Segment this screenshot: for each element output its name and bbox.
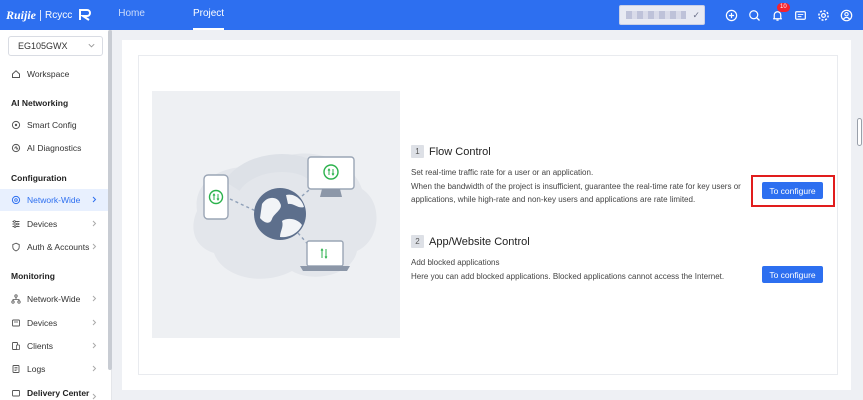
- sidebar-group-delivery-center: Delivery Center: [27, 388, 90, 398]
- logo[interactable]: Ruijie Rcycc: [6, 0, 92, 30]
- app-control-section: 2 App/Website Control Add blocked applic…: [411, 235, 724, 283]
- sidebar-item-label: Network-Wide: [27, 195, 81, 205]
- top-right-tools: ✓ 10: [619, 0, 853, 30]
- sidebar-group-ai-networking: AI Networking: [11, 98, 69, 108]
- section-number-2: 2: [411, 235, 424, 248]
- highlight-box: [751, 175, 835, 207]
- chevron-right-icon: [92, 319, 97, 326]
- sidebar-item-monitor-network-wide[interactable]: Network-Wide: [0, 288, 108, 310]
- device-select-value: EG105GWX: [18, 41, 68, 51]
- app-control-desc-line1: Add blocked applications: [411, 258, 500, 267]
- flow-control-desc-line2: When the bandwidth of the project is ins…: [411, 181, 741, 191]
- notification-badge: 10: [777, 2, 790, 12]
- app-control-desc-line2: Here you can add blocked applications. B…: [411, 271, 725, 281]
- flow-control-heading: 1 Flow Control: [411, 145, 741, 158]
- message-icon[interactable]: [794, 9, 807, 22]
- project-name-redacted: [626, 11, 686, 19]
- devices-sliders-icon: [11, 219, 21, 229]
- brand-name: Ruijie: [6, 7, 37, 22]
- user-icon[interactable]: [840, 9, 853, 22]
- clients-icon: [11, 341, 21, 351]
- app-control-heading: 2 App/Website Control: [411, 235, 724, 248]
- chevron-right-icon: [92, 365, 97, 372]
- nav-project[interactable]: Project: [192, 0, 225, 30]
- chevron-right-icon: [92, 393, 97, 400]
- chevron-right-icon: [92, 295, 97, 302]
- sidebar-item-clients[interactable]: Clients: [0, 335, 108, 357]
- nav-home[interactable]: Home: [118, 0, 145, 30]
- sidebar-group-monitoring: Monitoring: [11, 271, 55, 281]
- topology-icon: [11, 294, 21, 304]
- delivery-icon: [11, 388, 21, 398]
- flow-control-description: Set real-time traffic rate for a user or…: [411, 166, 741, 207]
- chevron-right-icon: [92, 196, 97, 203]
- smart-config-icon: [11, 120, 21, 130]
- logs-icon: [11, 364, 21, 374]
- sidebar-group-configuration: Configuration: [11, 173, 67, 183]
- sidebar-item-label: Clients: [27, 341, 53, 351]
- sidebar-item-logs[interactable]: Logs: [0, 358, 108, 380]
- shield-icon: [11, 242, 21, 252]
- devices-icon: [11, 318, 21, 328]
- network-illustration-graphic: [193, 153, 377, 279]
- app-control-configure-button[interactable]: To configure: [762, 266, 823, 283]
- product-name: Rcycc: [45, 9, 73, 21]
- device-select[interactable]: EG105GWX: [8, 36, 103, 56]
- sidebar-item-label: Auth & Accounts: [27, 242, 90, 252]
- sidebar-item-config-network-wide[interactable]: Network-Wide: [0, 189, 108, 211]
- network-illustration: [152, 91, 400, 338]
- main-nav: Home Project: [118, 0, 272, 30]
- sidebar-scrollbar[interactable]: [108, 30, 112, 370]
- sidebar-item-label: Network-Wide: [27, 294, 81, 304]
- sidebar-item-label: Logs: [27, 364, 46, 374]
- project-selector[interactable]: ✓: [619, 5, 705, 25]
- sidebar-item-smart-config[interactable]: Smart Config: [0, 114, 108, 136]
- sidebar-item-ai-diagnostics[interactable]: AI Diagnostics: [0, 137, 108, 159]
- chevron-right-icon: [92, 342, 97, 349]
- network-wide-icon: [11, 195, 21, 205]
- logo-mark-icon: [79, 9, 92, 21]
- flow-control-section: 1 Flow Control Set real-time traffic rat…: [411, 145, 741, 207]
- logo-divider: [40, 9, 42, 21]
- chevron-down-icon: [88, 43, 95, 48]
- sidebar-item-label: AI Diagnostics: [27, 143, 82, 153]
- chevron-right-icon: [92, 220, 97, 227]
- sidebar-item-label: Devices: [27, 318, 58, 328]
- diagnostics-icon: [11, 143, 21, 153]
- settings-icon[interactable]: [817, 9, 830, 22]
- chevron-right-icon: [92, 243, 97, 250]
- bell-icon[interactable]: 10: [771, 2, 790, 22]
- app-control-description: Add blocked applications Here you can ad…: [411, 256, 724, 283]
- workspace-icon: [11, 69, 21, 79]
- sidebar-item-monitor-devices[interactable]: Devices: [0, 312, 108, 334]
- flow-control-desc-line3: applications, while high-rate and non-ke…: [411, 195, 696, 204]
- search-icon[interactable]: [748, 9, 761, 22]
- top-bar: Ruijie Rcycc Home Project ✓ 10: [0, 0, 863, 30]
- add-circle-icon[interactable]: [725, 9, 738, 22]
- page-scrollbar[interactable]: [857, 118, 862, 146]
- sidebar-item-label: Devices: [27, 219, 58, 229]
- sidebar: EG105GWX Workspace AI Networking Smart C…: [0, 30, 112, 400]
- section-number-1: 1: [411, 145, 424, 158]
- sidebar-item-config-devices[interactable]: Devices: [0, 213, 108, 235]
- sidebar-item-label: Smart Config: [27, 120, 77, 130]
- flow-control-title: Flow Control: [429, 145, 491, 158]
- sidebar-item-auth-accounts[interactable]: Auth & Accounts: [0, 236, 108, 258]
- sidebar-item-label: Workspace: [27, 69, 70, 79]
- flow-control-desc-line1: Set real-time traffic rate for a user or…: [411, 168, 594, 177]
- sidebar-item-delivery-center[interactable]: Delivery Center: [0, 386, 108, 400]
- sidebar-item-workspace[interactable]: Workspace: [0, 63, 108, 85]
- edit-icon: ✓: [692, 9, 700, 20]
- app-control-title: App/Website Control: [429, 235, 530, 248]
